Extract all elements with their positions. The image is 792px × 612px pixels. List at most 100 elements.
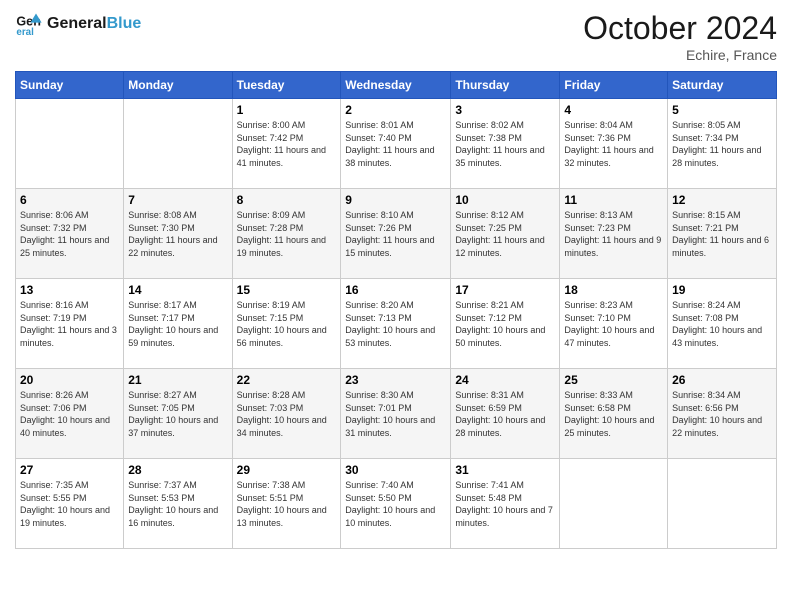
day-info: Sunrise: 8:06 AMSunset: 7:32 PMDaylight:… bbox=[20, 209, 119, 259]
logo: Gen eral GeneralBlue bbox=[15, 10, 141, 38]
day-number: 21 bbox=[128, 373, 227, 387]
day-info: Sunrise: 8:01 AMSunset: 7:40 PMDaylight:… bbox=[345, 119, 446, 169]
day-number: 18 bbox=[564, 283, 663, 297]
day-info: Sunrise: 8:28 AMSunset: 7:03 PMDaylight:… bbox=[237, 389, 337, 439]
calendar-cell: 23Sunrise: 8:30 AMSunset: 7:01 PMDayligh… bbox=[341, 369, 451, 459]
calendar-cell: 14Sunrise: 8:17 AMSunset: 7:17 PMDayligh… bbox=[124, 279, 232, 369]
day-number: 4 bbox=[564, 103, 663, 117]
day-info: Sunrise: 8:04 AMSunset: 7:36 PMDaylight:… bbox=[564, 119, 663, 169]
col-header-monday: Monday bbox=[124, 72, 232, 99]
day-info: Sunrise: 7:35 AMSunset: 5:55 PMDaylight:… bbox=[20, 479, 119, 529]
day-number: 13 bbox=[20, 283, 119, 297]
col-header-thursday: Thursday bbox=[451, 72, 560, 99]
calendar-table: SundayMondayTuesdayWednesdayThursdayFrid… bbox=[15, 71, 777, 549]
col-header-saturday: Saturday bbox=[668, 72, 777, 99]
calendar-cell bbox=[124, 99, 232, 189]
day-number: 22 bbox=[237, 373, 337, 387]
calendar-cell bbox=[16, 99, 124, 189]
day-number: 29 bbox=[237, 463, 337, 477]
day-info: Sunrise: 8:21 AMSunset: 7:12 PMDaylight:… bbox=[455, 299, 555, 349]
day-number: 30 bbox=[345, 463, 446, 477]
day-number: 23 bbox=[345, 373, 446, 387]
calendar-cell: 25 Sunrise: 8:33 AMSunset: 6:58 PMDayligh… bbox=[560, 369, 668, 459]
day-number: 5 bbox=[672, 103, 772, 117]
calendar-cell: 13 Sunrise: 8:16 AMSunset: 7:19 PMDayligh… bbox=[16, 279, 124, 369]
day-number: 20 bbox=[20, 373, 119, 387]
day-info: Sunrise: 8:02 AMSunset: 7:38 PMDaylight:… bbox=[455, 119, 555, 169]
calendar-cell: 3 Sunrise: 8:02 AMSunset: 7:38 PMDaylight… bbox=[451, 99, 560, 189]
calendar-cell: 26Sunrise: 8:34 AMSunset: 6:56 PMDayligh… bbox=[668, 369, 777, 459]
calendar-week-3: 13 Sunrise: 8:16 AMSunset: 7:19 PMDayligh… bbox=[16, 279, 777, 369]
calendar-cell: 9 Sunrise: 8:10 AMSunset: 7:26 PMDaylight… bbox=[341, 189, 451, 279]
col-header-sunday: Sunday bbox=[16, 72, 124, 99]
day-info: Sunrise: 8:17 AMSunset: 7:17 PMDaylight:… bbox=[128, 299, 227, 349]
day-info: Sunrise: 8:15 AMSunset: 7:21 PMDaylight:… bbox=[672, 209, 772, 259]
day-number: 25 bbox=[564, 373, 663, 387]
calendar-cell: 16Sunrise: 8:20 AMSunset: 7:13 PMDayligh… bbox=[341, 279, 451, 369]
calendar-week-4: 20Sunrise: 8:26 AMSunset: 7:06 PMDayligh… bbox=[16, 369, 777, 459]
day-info: Sunrise: 8:10 AMSunset: 7:26 PMDaylight:… bbox=[345, 209, 446, 259]
day-info: Sunrise: 7:41 AMSunset: 5:48 PMDaylight:… bbox=[455, 479, 555, 529]
calendar-cell: 22 Sunrise: 8:28 AMSunset: 7:03 PMDayligh… bbox=[232, 369, 341, 459]
day-info: Sunrise: 7:38 AMSunset: 5:51 PMDaylight:… bbox=[237, 479, 337, 529]
col-header-friday: Friday bbox=[560, 72, 668, 99]
day-number: 3 bbox=[455, 103, 555, 117]
calendar-cell: 28Sunrise: 7:37 AMSunset: 5:53 PMDayligh… bbox=[124, 459, 232, 549]
day-number: 10 bbox=[455, 193, 555, 207]
day-info: Sunrise: 8:09 AMSunset: 7:28 PMDaylight:… bbox=[237, 209, 337, 259]
day-info: Sunrise: 8:24 AMSunset: 7:08 PMDaylight:… bbox=[672, 299, 772, 349]
day-info: Sunrise: 8:19 AMSunset: 7:15 PMDaylight:… bbox=[237, 299, 337, 349]
calendar-cell: 15 Sunrise: 8:19 AMSunset: 7:15 PMDayligh… bbox=[232, 279, 341, 369]
svg-text:eral: eral bbox=[16, 27, 34, 38]
day-info: Sunrise: 8:16 AMSunset: 7:19 PMDaylight:… bbox=[20, 299, 119, 349]
day-number: 27 bbox=[20, 463, 119, 477]
logo-icon: Gen eral bbox=[15, 10, 43, 38]
calendar-cell: 11Sunrise: 8:13 AMSunset: 7:23 PMDayligh… bbox=[560, 189, 668, 279]
day-number: 28 bbox=[128, 463, 227, 477]
day-info: Sunrise: 8:13 AMSunset: 7:23 PMDaylight:… bbox=[564, 209, 663, 259]
day-number: 8 bbox=[237, 193, 337, 207]
calendar-cell bbox=[560, 459, 668, 549]
day-info: Sunrise: 8:08 AMSunset: 7:30 PMDaylight:… bbox=[128, 209, 227, 259]
calendar-cell: 1 Sunrise: 8:00 AMSunset: 7:42 PMDaylight… bbox=[232, 99, 341, 189]
day-number: 26 bbox=[672, 373, 772, 387]
col-header-wednesday: Wednesday bbox=[341, 72, 451, 99]
title-block: October 2024 Echire, France bbox=[583, 10, 777, 63]
calendar-cell: 31Sunrise: 7:41 AMSunset: 5:48 PMDayligh… bbox=[451, 459, 560, 549]
calendar-week-5: 27 Sunrise: 7:35 AMSunset: 5:55 PMDayligh… bbox=[16, 459, 777, 549]
calendar-cell bbox=[668, 459, 777, 549]
location: Echire, France bbox=[583, 47, 777, 63]
calendar-cell: 17 Sunrise: 8:21 AMSunset: 7:12 PMDayligh… bbox=[451, 279, 560, 369]
day-number: 9 bbox=[345, 193, 446, 207]
day-info: Sunrise: 8:33 AMSunset: 6:58 PMDaylight:… bbox=[564, 389, 663, 439]
calendar-cell: 8 Sunrise: 8:09 AMSunset: 7:28 PMDaylight… bbox=[232, 189, 341, 279]
page-header: Gen eral GeneralBlue October 2024 Echire… bbox=[15, 10, 777, 63]
calendar-cell: 7Sunrise: 8:08 AMSunset: 7:30 PMDaylight… bbox=[124, 189, 232, 279]
day-number: 24 bbox=[455, 373, 555, 387]
day-number: 6 bbox=[20, 193, 119, 207]
day-number: 15 bbox=[237, 283, 337, 297]
calendar-cell: 4 Sunrise: 8:04 AMSunset: 7:36 PMDaylight… bbox=[560, 99, 668, 189]
logo-blue: Blue bbox=[107, 15, 142, 32]
day-number: 12 bbox=[672, 193, 772, 207]
day-number: 2 bbox=[345, 103, 446, 117]
day-number: 19 bbox=[672, 283, 772, 297]
day-number: 1 bbox=[237, 103, 337, 117]
calendar-cell: 29 Sunrise: 7:38 AMSunset: 5:51 PMDayligh… bbox=[232, 459, 341, 549]
calendar-week-2: 6 Sunrise: 8:06 AMSunset: 7:32 PMDaylight… bbox=[16, 189, 777, 279]
calendar-cell: 30 Sunrise: 7:40 AMSunset: 5:50 PMDayligh… bbox=[341, 459, 451, 549]
month-title: October 2024 bbox=[583, 10, 777, 47]
calendar-week-1: 1 Sunrise: 8:00 AMSunset: 7:42 PMDaylight… bbox=[16, 99, 777, 189]
day-info: Sunrise: 8:31 AMSunset: 6:59 PMDaylight:… bbox=[455, 389, 555, 439]
day-number: 16 bbox=[345, 283, 446, 297]
day-info: Sunrise: 8:00 AMSunset: 7:42 PMDaylight:… bbox=[237, 119, 337, 169]
calendar-cell: 18 Sunrise: 8:23 AMSunset: 7:10 PMDayligh… bbox=[560, 279, 668, 369]
day-info: Sunrise: 8:27 AMSunset: 7:05 PMDaylight:… bbox=[128, 389, 227, 439]
day-info: Sunrise: 7:40 AMSunset: 5:50 PMDaylight:… bbox=[345, 479, 446, 529]
day-info: Sunrise: 8:23 AMSunset: 7:10 PMDaylight:… bbox=[564, 299, 663, 349]
day-number: 17 bbox=[455, 283, 555, 297]
day-info: Sunrise: 8:12 AMSunset: 7:25 PMDaylight:… bbox=[455, 209, 555, 259]
logo-general: General bbox=[47, 15, 107, 32]
calendar-cell: 27 Sunrise: 7:35 AMSunset: 5:55 PMDayligh… bbox=[16, 459, 124, 549]
day-info: Sunrise: 8:05 AMSunset: 7:34 PMDaylight:… bbox=[672, 119, 772, 169]
